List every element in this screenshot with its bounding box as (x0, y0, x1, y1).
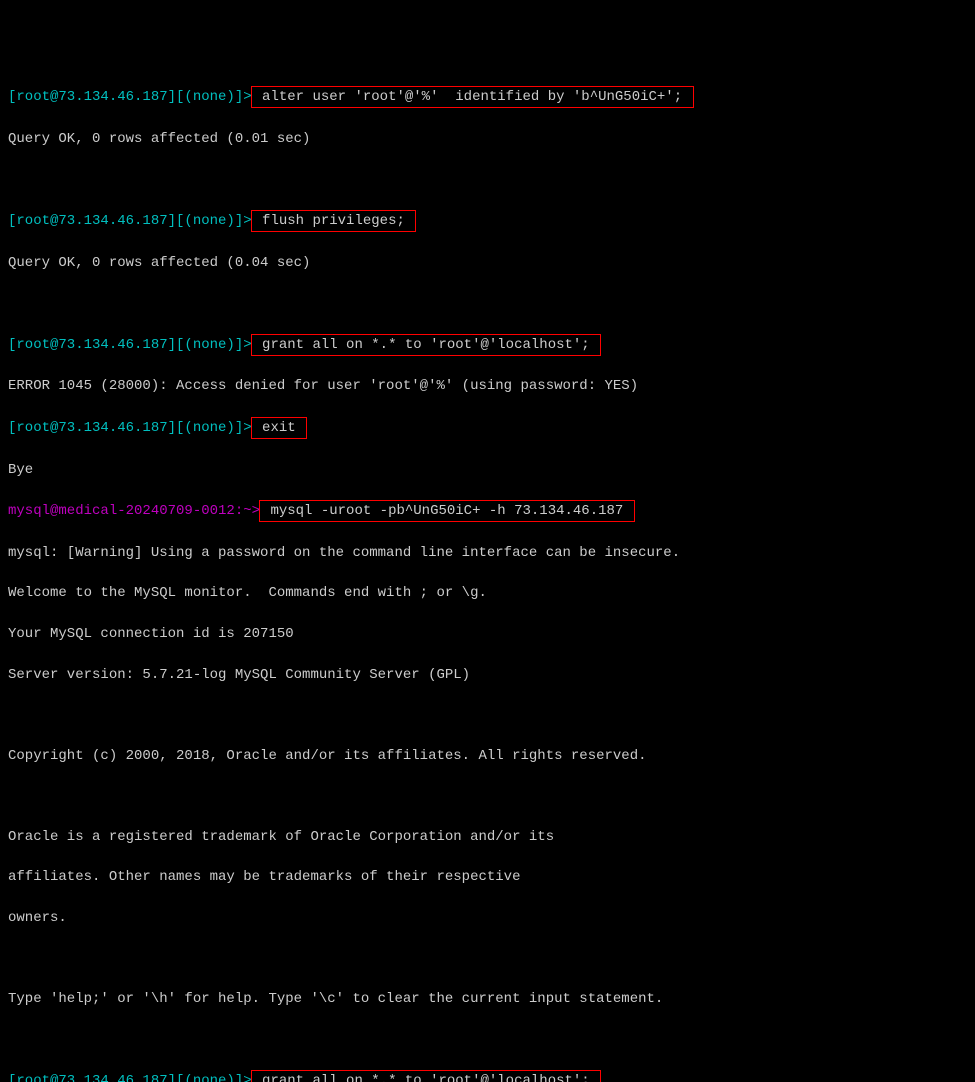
terminal-blank (8, 293, 967, 313)
terminal-output: Query OK, 0 rows affected (0.04 sec) (8, 253, 967, 273)
terminal-output: Type 'help;' or '\h' for help. Type '\c'… (8, 989, 967, 1009)
shell-prompt: mysql@medical-20240709-0012:~> (8, 503, 260, 519)
terminal-output: Query OK, 0 rows affected (0.01 sec) (8, 129, 967, 149)
terminal-output: owners. (8, 908, 967, 928)
terminal-output: affiliates. Other names may be trademark… (8, 867, 967, 887)
terminal-output: Server version: 5.7.21-log MySQL Communi… (8, 665, 967, 685)
mysql-prompt: [root@73.134.46.187][(none)]> (8, 337, 252, 353)
mysql-prompt: [root@73.134.46.187][(none)]> (8, 213, 252, 229)
terminal-line: [root@73.134.46.187][(none)]> grant all … (8, 334, 967, 356)
terminal-output: Copyright (c) 2000, 2018, Oracle and/or … (8, 746, 967, 766)
highlighted-command: grant all on *.* to 'root'@'localhost'; (251, 1070, 601, 1082)
highlighted-command: grant all on *.* to 'root'@'localhost'; (251, 334, 601, 356)
mysql-prompt: [root@73.134.46.187][(none)]> (8, 1073, 252, 1082)
terminal-blank (8, 705, 967, 725)
terminal-line: mysql@medical-20240709-0012:~> mysql -ur… (8, 500, 967, 522)
terminal-blank (8, 1030, 967, 1050)
terminal-output: mysql: [Warning] Using a password on the… (8, 543, 967, 563)
terminal-output: Bye (8, 460, 967, 480)
highlighted-command: exit (251, 417, 307, 439)
terminal-blank (8, 169, 967, 189)
terminal-line: [root@73.134.46.187][(none)]> grant all … (8, 1070, 967, 1082)
terminal-output: Your MySQL connection id is 207150 (8, 624, 967, 644)
terminal-output: ERROR 1045 (28000): Access denied for us… (8, 376, 967, 396)
terminal-line: [root@73.134.46.187][(none)]> alter user… (8, 86, 967, 108)
terminal-output: Welcome to the MySQL monitor. Commands e… (8, 583, 967, 603)
terminal-output: Oracle is a registered trademark of Orac… (8, 827, 967, 847)
mysql-prompt: [root@73.134.46.187][(none)]> (8, 420, 252, 436)
highlighted-command: flush privileges; (251, 210, 417, 232)
terminal-blank (8, 786, 967, 806)
mysql-prompt: [root@73.134.46.187][(none)]> (8, 89, 252, 105)
highlighted-command: mysql -uroot -pb^UnG50iC+ -h 73.134.46.1… (259, 500, 635, 522)
terminal-line: [root@73.134.46.187][(none)]> exit (8, 417, 967, 439)
terminal-blank (8, 949, 967, 969)
highlighted-command: alter user 'root'@'%' identified by 'b^U… (251, 86, 694, 108)
terminal-line: [root@73.134.46.187][(none)]> flush priv… (8, 210, 967, 232)
